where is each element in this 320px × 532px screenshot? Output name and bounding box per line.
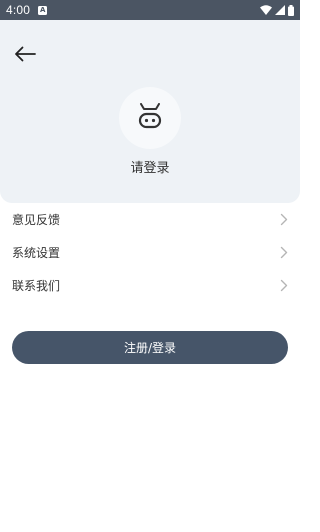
battery-icon [288,4,294,16]
menu-item-feedback[interactable]: 意见反馈 [0,203,300,236]
chevron-right-icon [280,279,288,292]
chevron-right-icon [280,213,288,226]
chevron-right-icon [280,246,288,259]
menu-item-label: 系统设置 [12,246,61,260]
back-button[interactable] [10,44,40,68]
status-icons [260,4,294,16]
profile-header: 请登录 [0,20,300,203]
menu-item-settings[interactable]: 系统设置 [0,236,300,269]
menu-item-label: 联系我们 [12,279,61,293]
settings-menu: 意见反馈 系统设置 联系我们 [0,203,300,302]
cow-face-icon [136,103,164,133]
menu-item-contact[interactable]: 联系我们 [0,269,300,302]
arrow-left-icon [14,46,36,66]
login-prompt[interactable]: 请登录 [0,157,300,176]
register-login-button[interactable]: 注册/登录 [12,331,288,364]
notification-icon: A [38,5,48,15]
signal-icon [275,5,285,15]
avatar[interactable] [119,87,181,149]
status-bar: 4:00 A [0,0,300,20]
menu-item-label: 意见反馈 [12,213,61,227]
wifi-icon [260,5,272,15]
status-time: 4:00 [6,3,31,17]
